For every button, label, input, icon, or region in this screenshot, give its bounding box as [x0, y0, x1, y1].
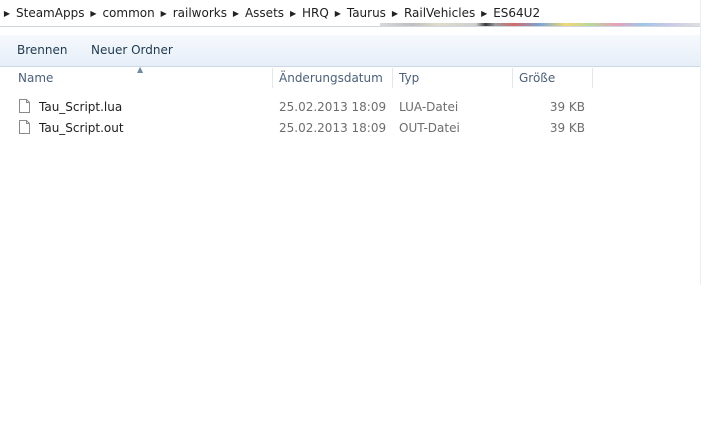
chevron-right-icon[interactable]: ▶ — [286, 9, 300, 18]
chevron-right-icon[interactable]: ▶ — [157, 9, 171, 18]
new-folder-button[interactable]: Neuer Ordner — [91, 35, 173, 66]
chevron-right-icon[interactable]: ▶ — [331, 9, 345, 18]
breadcrumb-label[interactable]: ES64U2 — [491, 6, 542, 20]
command-bar: Brennen Neuer Ordner — [0, 34, 700, 67]
breadcrumb-label[interactable]: common — [100, 6, 156, 20]
file-row[interactable]: Tau_Script.out 25.02.2013 18:09 OUT-Date… — [15, 118, 590, 138]
sort-ascending-caret-icon: ▲ — [137, 65, 144, 74]
chevron-right-icon[interactable]: ▶ — [477, 9, 491, 18]
file-name[interactable]: Tau_Script.lua — [39, 97, 122, 117]
file-type: LUA-Datei — [399, 100, 459, 114]
file-date: 25.02.2013 18:09 — [279, 121, 387, 135]
column-divider[interactable] — [272, 68, 273, 88]
column-divider[interactable] — [512, 68, 513, 88]
file-name[interactable]: Tau_Script.out — [39, 118, 124, 138]
breadcrumb-label[interactable]: Taurus — [345, 6, 388, 20]
breadcrumb-label[interactable]: SteamApps — [14, 6, 86, 20]
file-date: 25.02.2013 18:09 — [279, 100, 387, 114]
document-icon — [19, 120, 30, 134]
breadcrumb-label[interactable]: Assets — [243, 6, 286, 20]
file-size: 39 KB — [549, 121, 585, 135]
breadcrumb-label[interactable]: HRQ — [300, 6, 331, 20]
address-bar[interactable]: ▶ SteamApps ▶ common ▶ railworks ▶ Asset… — [0, 0, 700, 27]
file-type: OUT-Datei — [399, 121, 460, 135]
column-size[interactable]: Größe — [519, 66, 555, 90]
chevron-right-icon[interactable]: ▶ — [388, 9, 402, 18]
breadcrumb-label[interactable]: railworks — [171, 6, 229, 20]
burn-button[interactable]: Brennen — [17, 35, 67, 66]
window-border — [700, 0, 701, 285]
breadcrumb-item-steamapps[interactable]: ▶ SteamApps — [0, 0, 86, 26]
column-header: ▲ Name Änderungsdatum Typ Größe — [0, 65, 700, 90]
explorer-window: ▶ SteamApps ▶ common ▶ railworks ▶ Asset… — [0, 0, 700, 285]
column-name[interactable]: Name — [18, 66, 53, 90]
breadcrumb-item-hrq[interactable]: ▶ HRQ — [286, 0, 331, 26]
breadcrumb-label[interactable]: RailVehicles — [402, 6, 477, 20]
column-divider[interactable] — [392, 68, 393, 88]
breadcrumb-item-assets[interactable]: ▶ Assets — [229, 0, 286, 26]
chevron-right-icon[interactable]: ▶ — [0, 9, 14, 18]
chevron-right-icon[interactable]: ▶ — [229, 9, 243, 18]
chevron-right-icon[interactable]: ▶ — [86, 9, 100, 18]
background-color-strip — [380, 23, 700, 26]
column-date[interactable]: Änderungsdatum — [279, 66, 383, 90]
file-row[interactable]: Tau_Script.lua 25.02.2013 18:09 LUA-Date… — [15, 97, 590, 117]
file-size: 39 KB — [549, 100, 585, 114]
column-divider[interactable] — [592, 68, 593, 88]
column-type[interactable]: Typ — [399, 66, 419, 90]
breadcrumb-item-common[interactable]: ▶ common — [86, 0, 156, 26]
breadcrumb-item-railworks[interactable]: ▶ railworks — [157, 0, 229, 26]
document-icon — [19, 99, 30, 113]
